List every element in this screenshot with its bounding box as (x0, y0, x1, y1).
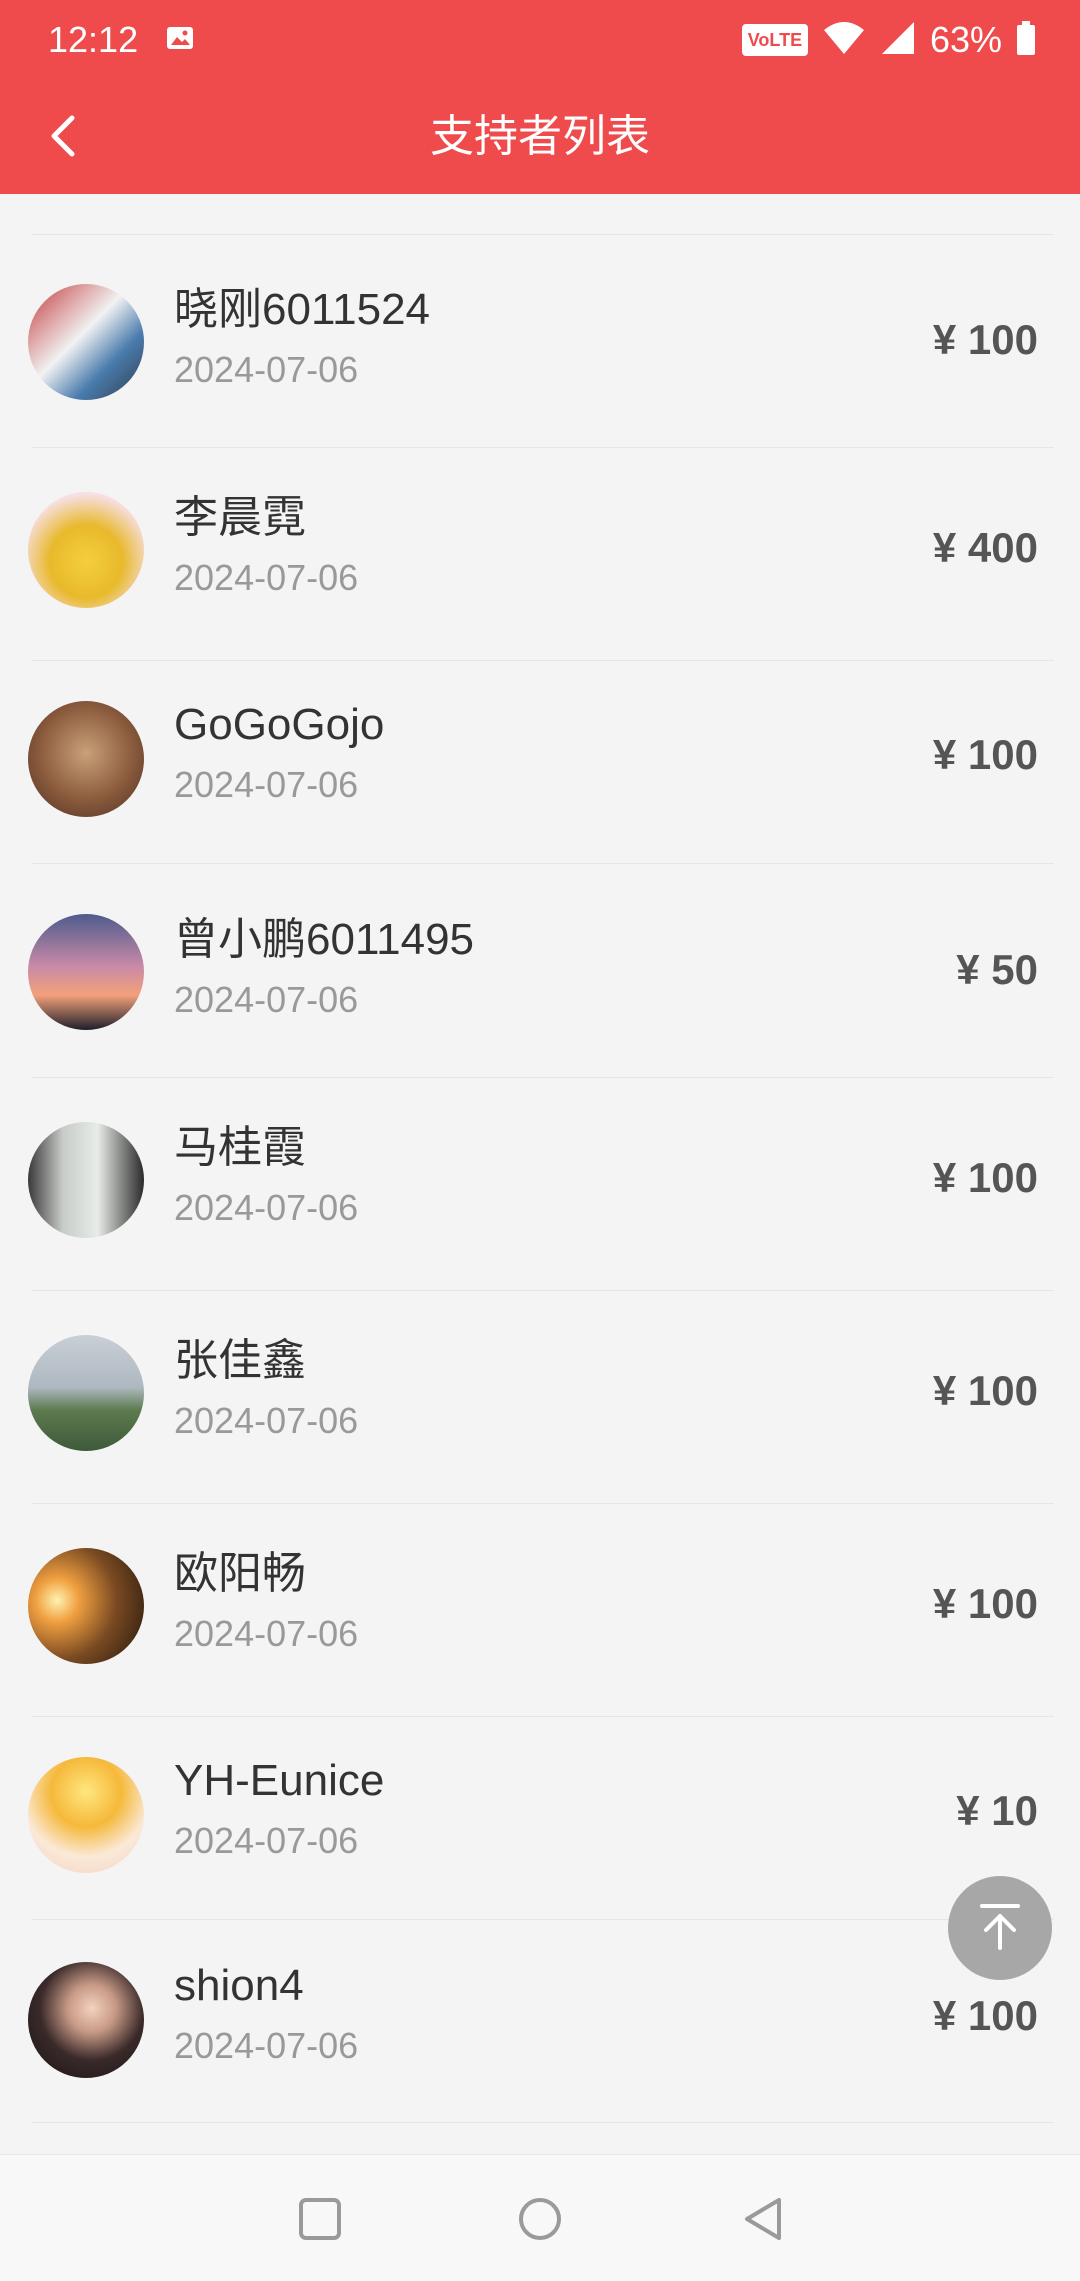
support-amount: ¥ 100 (932, 1154, 1038, 1201)
support-amount: ¥ 100 (932, 1992, 1038, 2039)
status-time: 12:12 (48, 19, 139, 60)
list-item[interactable]: 马桂霞 2024-07-06 ¥ 100 (0, 1078, 1080, 1291)
avatar (28, 914, 144, 1030)
avatar (28, 1962, 144, 2078)
back-nav-button[interactable] (733, 2191, 793, 2251)
gallery-icon (164, 22, 196, 54)
supporter-name: YH-Eunice (174, 1756, 385, 1805)
avatar (28, 284, 144, 400)
scroll-to-top-button[interactable] (948, 1876, 1052, 1980)
home-button[interactable] (510, 2191, 570, 2251)
supporter-date: 2024-07-06 (174, 764, 359, 805)
volte-badge: VoLTE (741, 24, 808, 56)
list-item[interactable]: 曾小鹏6011495 2024-07-06 ¥ 50 (0, 864, 1080, 1078)
supporter-name: 晓刚6011524 (174, 285, 431, 334)
recents-button[interactable] (290, 2191, 350, 2251)
supporter-name: 马桂霞 (174, 1123, 306, 1172)
battery-icon (1016, 20, 1036, 61)
supporter-name: GoGoGojo (174, 700, 385, 749)
list-item[interactable]: GoGoGojo 2024-07-06 ¥ 100 (0, 661, 1080, 864)
avatar (28, 1122, 144, 1238)
support-amount: ¥ 100 (932, 731, 1038, 778)
supporter-name: 张佳鑫 (174, 1336, 306, 1385)
page-title: 支持者列表 (430, 112, 650, 161)
back-triangle-icon (741, 2196, 785, 2247)
avatar (28, 1548, 144, 1664)
support-amount: ¥ 100 (932, 316, 1038, 363)
list-item[interactable]: YH-Eunice 2024-07-06 ¥ 10 (0, 1717, 1080, 1920)
wifi-icon (822, 20, 866, 61)
supporter-name: 李晨霓 (174, 493, 306, 542)
support-amount: ¥ 10 (956, 1787, 1038, 1834)
signal-icon (880, 20, 916, 61)
support-amount: ¥ 400 (932, 524, 1038, 571)
supporter-date: 2024-07-06 (174, 1400, 359, 1441)
list-item[interactable]: 欧阳畅 2024-07-06 ¥ 100 (0, 1504, 1080, 1717)
list-item[interactable]: shion4 2024-07-06 ¥ 100 (0, 1920, 1080, 2123)
support-amount: ¥ 100 (932, 1367, 1038, 1414)
arrow-to-top-icon (972, 1898, 1028, 1959)
avatar (28, 492, 144, 608)
list-item[interactable]: 晓刚6011524 2024-07-06 ¥ 100 (0, 234, 1080, 448)
supporter-name: shion4 (174, 1961, 304, 2010)
battery-percent: 63% (929, 19, 1002, 60)
list-item[interactable]: 李晨霓 2024-07-06 ¥ 400 (0, 448, 1080, 661)
supporter-date: 2024-07-06 (174, 979, 359, 1020)
supporter-name: 欧阳畅 (174, 1549, 306, 1598)
system-nav-bar (0, 2154, 1080, 2281)
supporter-date: 2024-07-06 (174, 557, 359, 598)
supporter-date: 2024-07-06 (174, 349, 359, 390)
list-divider (32, 2122, 1054, 2123)
home-circle-icon (517, 2196, 563, 2247)
supporter-date: 2024-07-06 (174, 2025, 359, 2066)
avatar (28, 1757, 144, 1873)
support-amount: ¥ 50 (956, 946, 1038, 993)
status-bar: 12:12 VoLTE 63% (0, 0, 1080, 80)
supporter-date: 2024-07-06 (174, 1613, 359, 1654)
avatar (28, 1335, 144, 1451)
list-item[interactable]: 张佳鑫 2024-07-06 ¥ 100 (0, 1291, 1080, 1504)
support-amount: ¥ 100 (932, 1580, 1038, 1627)
avatar (28, 701, 144, 817)
app-bar: 支持者列表 (0, 80, 1080, 194)
supporter-date: 2024-07-06 (174, 1187, 359, 1228)
recents-square-icon (298, 2197, 342, 2246)
supporter-date: 2024-07-06 (174, 1820, 359, 1861)
supporter-name: 曾小鹏6011495 (174, 915, 475, 964)
